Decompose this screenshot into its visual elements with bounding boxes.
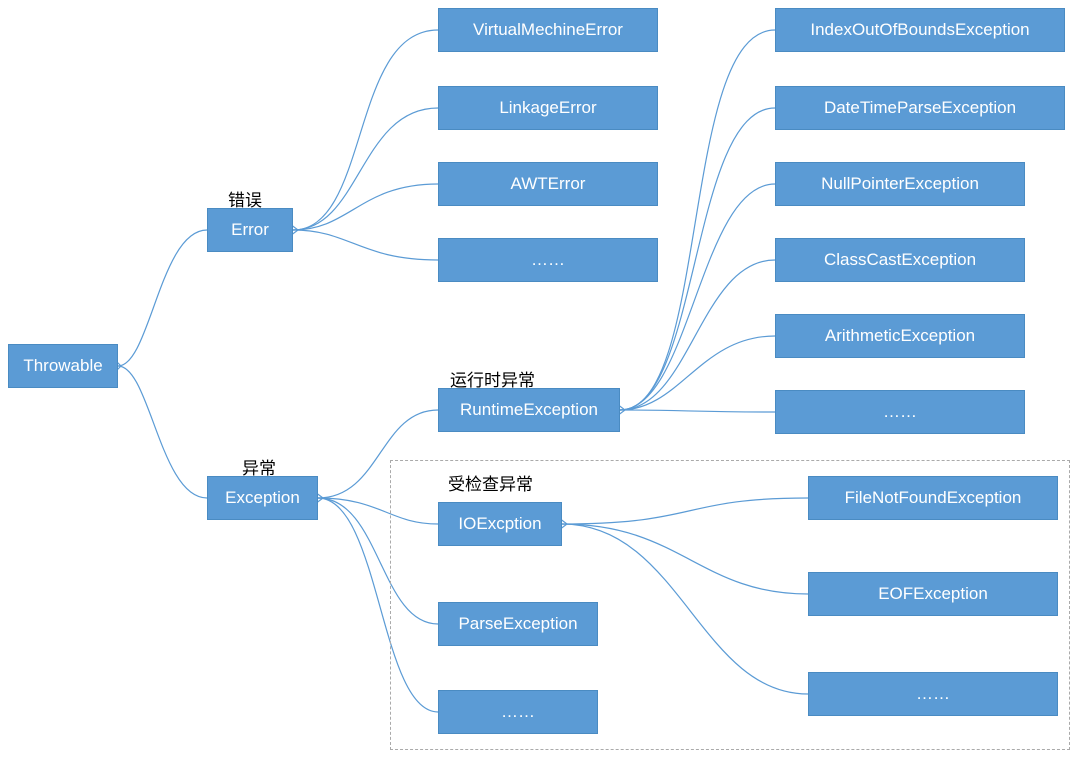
node-awterror: AWTError	[438, 162, 658, 206]
node-label: ClassCastException	[824, 250, 976, 270]
node-label: ParseException	[458, 614, 577, 634]
node-ioexception: IOExcption	[438, 502, 562, 546]
node-exception: Exception	[207, 476, 318, 520]
node-checked-more: ……	[438, 690, 598, 734]
node-datetimeparse: DateTimeParseException	[775, 86, 1065, 130]
node-error-more: ……	[438, 238, 658, 282]
node-label: LinkageError	[499, 98, 596, 118]
node-arithmetic: ArithmeticException	[775, 314, 1025, 358]
node-eofexception: EOFException	[808, 572, 1058, 616]
node-label: NullPointerException	[821, 174, 979, 194]
node-label: ……	[501, 702, 535, 722]
node-label: ……	[531, 250, 565, 270]
node-label: EOFException	[878, 584, 988, 604]
node-label: FileNotFoundException	[845, 488, 1022, 508]
node-virtualmachineerror: VirtualMechineError	[438, 8, 658, 52]
node-label: Error	[231, 220, 269, 240]
node-classcast: ClassCastException	[775, 238, 1025, 282]
node-label: VirtualMechineError	[473, 20, 623, 40]
node-parseexception: ParseException	[438, 602, 598, 646]
node-linkageerror: LinkageError	[438, 86, 658, 130]
node-io-more: ……	[808, 672, 1058, 716]
node-label: IOExcption	[458, 514, 541, 534]
node-label: Exception	[225, 488, 300, 508]
checked-annotation: 受检查异常	[448, 470, 533, 495]
node-label: ArithmeticException	[825, 326, 975, 346]
node-error: Error	[207, 208, 293, 252]
node-runtimeexception: RuntimeException	[438, 388, 620, 432]
node-filenotfound: FileNotFoundException	[808, 476, 1058, 520]
node-label: DateTimeParseException	[824, 98, 1016, 118]
node-label: ……	[916, 684, 950, 704]
node-indexoutofbounds: IndexOutOfBoundsException	[775, 8, 1065, 52]
node-nullpointer: NullPointerException	[775, 162, 1025, 206]
node-label: AWTError	[511, 174, 586, 194]
node-label: ……	[883, 402, 917, 422]
node-label: RuntimeException	[460, 400, 598, 420]
node-label: Throwable	[23, 356, 102, 376]
node-throwable: Throwable	[8, 344, 118, 388]
node-runtime-more: ……	[775, 390, 1025, 434]
node-label: IndexOutOfBoundsException	[810, 20, 1029, 40]
